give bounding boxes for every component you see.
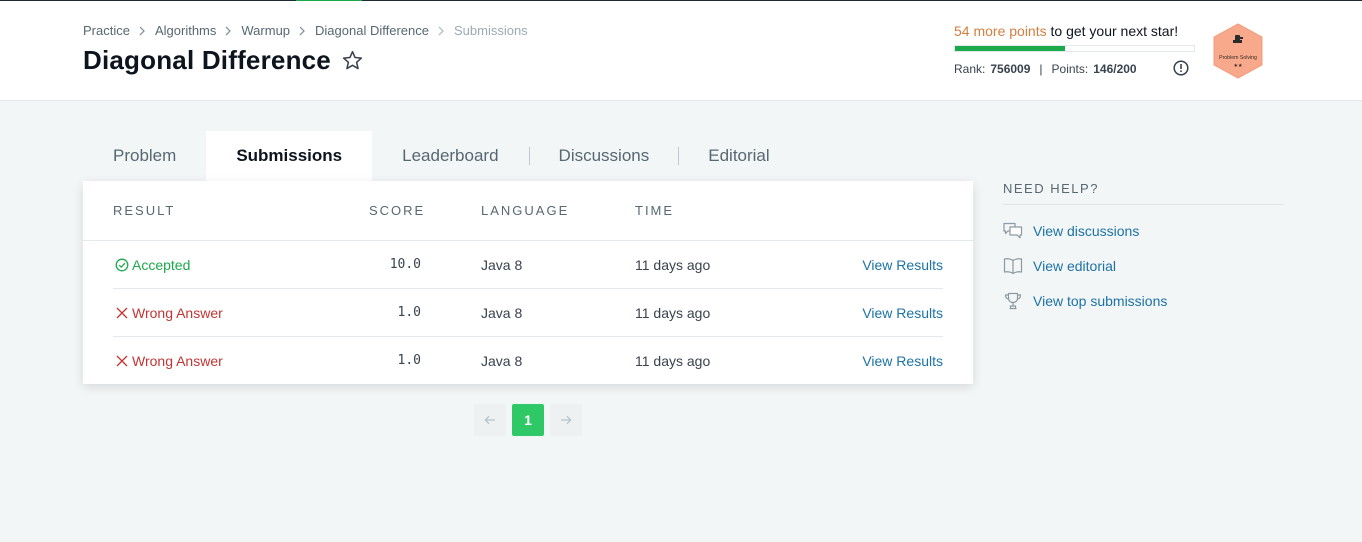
progress-bar <box>954 45 1195 52</box>
cross-icon <box>116 307 128 319</box>
page-header: Practice Algorithms Warmup Diagonal Diff… <box>0 1 1362 101</box>
tab-problem[interactable]: Problem <box>83 131 206 181</box>
tab-leaderboard[interactable]: Leaderboard <box>372 131 528 181</box>
badge-label: Problem Solving <box>1219 55 1257 61</box>
time-value: 11 days ago <box>635 305 711 321</box>
info-icon[interactable] <box>1173 60 1189 76</box>
need-help-title: NEED HELP? <box>1003 181 1283 205</box>
rank-value: 756009 <box>990 62 1031 76</box>
score-value: 1.0 <box>397 353 421 368</box>
breadcrumb-current: Submissions <box>453 23 528 38</box>
header-score: SCORE <box>369 203 426 218</box>
chevron-right-icon <box>299 26 306 36</box>
discussions-icon <box>1003 222 1023 239</box>
status-wrong-answer: Wrong Answer <box>115 353 223 369</box>
points-needed: 54 more points <box>954 23 1047 39</box>
tab-discussions[interactable]: Discussions <box>530 131 679 181</box>
points-message: 54 more points to get your next star! <box>954 23 1199 39</box>
chevron-right-icon <box>139 26 146 36</box>
breadcrumb-warmup[interactable]: Warmup <box>241 23 290 38</box>
view-top-submissions-link[interactable]: View top submissions <box>1003 292 1283 310</box>
time-value: 11 days ago <box>635 257 711 273</box>
bookmark-star-icon[interactable] <box>341 49 364 72</box>
problem-tabs: Problem Submissions Leaderboard Discussi… <box>83 131 799 181</box>
rank-row: Rank: 756009 | Points: 146/200 <box>954 62 1199 76</box>
prev-page-button[interactable] <box>474 404 506 436</box>
chevron-right-icon <box>225 26 232 36</box>
table-row: Wrong Answer 1.0 Java 8 11 days ago View… <box>113 289 943 337</box>
view-results-link[interactable]: View Results <box>862 353 943 369</box>
view-results-link[interactable]: View Results <box>862 257 943 273</box>
view-results-link[interactable]: View Results <box>862 305 943 321</box>
pagination: 1 <box>474 404 582 436</box>
table-row: Wrong Answer 1.0 Java 8 11 days ago View… <box>113 337 943 385</box>
breadcrumb: Practice Algorithms Warmup Diagonal Diff… <box>83 23 528 38</box>
submissions-table: RESULT SCORE LANGUAGE TIME Accepted 10.0… <box>83 181 973 384</box>
points-label: Points: <box>1051 62 1089 76</box>
view-top-submissions-label: View top submissions <box>1033 293 1168 309</box>
title-row: Diagonal Difference <box>83 45 364 76</box>
problem-solving-badge[interactable]: Problem Solving ★★ <box>1212 23 1264 79</box>
tab-submissions[interactable]: Submissions <box>206 131 373 181</box>
language-value: Java 8 <box>481 305 523 321</box>
status-text: Wrong Answer <box>132 305 223 321</box>
breadcrumb-diagonal-difference[interactable]: Diagonal Difference <box>315 23 429 38</box>
star-progress: 54 more points to get your next star! Ra… <box>954 23 1199 76</box>
arrow-right-icon <box>561 415 572 425</box>
tab-editorial[interactable]: Editorial <box>679 131 798 181</box>
need-help-panel: NEED HELP? View discussions View editori… <box>1003 181 1283 310</box>
badge-stars: ★★ <box>1234 63 1243 69</box>
next-page-button[interactable] <box>550 404 582 436</box>
view-editorial-link[interactable]: View editorial <box>1003 257 1283 275</box>
page-button-current[interactable]: 1 <box>512 404 544 436</box>
view-editorial-label: View editorial <box>1033 258 1117 274</box>
table-row: Accepted 10.0 Java 8 11 days ago View Re… <box>113 241 943 289</box>
language-value: Java 8 <box>481 257 523 273</box>
table-header: RESULT SCORE LANGUAGE TIME <box>83 181 973 241</box>
header-time: TIME <box>635 203 675 218</box>
rank-divider: | <box>1039 62 1043 76</box>
status-text: Accepted <box>132 257 191 273</box>
header-result: RESULT <box>113 203 176 218</box>
status-wrong-answer: Wrong Answer <box>115 305 223 321</box>
score-value: 10.0 <box>389 257 421 272</box>
page-title: Diagonal Difference <box>83 45 331 75</box>
score-value: 1.0 <box>397 305 421 320</box>
trophy-icon <box>1004 292 1022 310</box>
view-discussions-label: View discussions <box>1033 223 1140 239</box>
breadcrumb-algorithms[interactable]: Algorithms <box>155 23 216 38</box>
points-value: 146/200 <box>1093 62 1137 76</box>
check-circle-icon <box>115 258 129 272</box>
cross-icon <box>116 355 128 367</box>
rank-label: Rank: <box>954 62 986 76</box>
points-message-rest: to get your next star! <box>1046 23 1179 39</box>
progress-fill <box>955 46 1065 51</box>
time-value: 11 days ago <box>635 353 711 369</box>
breadcrumb-practice[interactable]: Practice <box>83 23 130 38</box>
language-value: Java 8 <box>481 353 523 369</box>
view-discussions-link[interactable]: View discussions <box>1003 222 1283 240</box>
status-text: Wrong Answer <box>132 353 223 369</box>
chevron-right-icon <box>438 26 445 36</box>
status-accepted: Accepted <box>115 257 190 273</box>
header-language: LANGUAGE <box>481 203 570 218</box>
arrow-left-icon <box>484 415 495 425</box>
editorial-book-icon <box>1003 258 1023 275</box>
